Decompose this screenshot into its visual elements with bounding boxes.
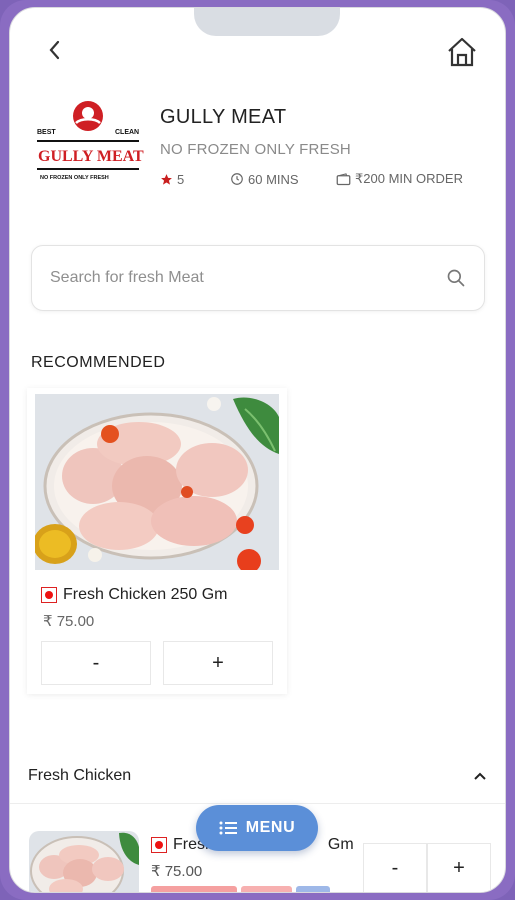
app-screen: BEST CLEAN GULLY MEAT NO FROZEN ONLY FRE… [9,7,506,893]
tag-shape [241,886,292,892]
chevron-left-icon [49,40,60,60]
device-notch [194,8,340,36]
list-decrease-quantity-button[interactable]: - [363,843,427,892]
svg-text:BEST: BEST [37,129,56,136]
phone-frame: BEST CLEAN GULLY MEAT NO FROZEN ONLY FRE… [0,0,515,900]
home-button[interactable] [442,32,482,72]
product-price: ₹ 75.00 [43,613,95,630]
list-item-price: ₹ 75.00 [151,863,203,880]
increase-quantity-button[interactable]: + [163,641,273,685]
shop-name: GULLY MEAT [160,106,287,128]
shop-tagline: NO FROZEN ONLY FRESH [160,141,351,158]
svg-text:CLEAN: CLEAN [115,129,139,136]
delivery-time-value: 60 MINS [248,171,299,187]
product-title: Fresh Chicken 250 Gm [41,586,228,604]
home-icon [448,37,476,67]
category-title: Fresh Chicken [28,766,132,784]
list-item-tags [151,886,330,892]
product-name: Fresh Chicken 250 Gm [63,586,228,603]
tag-shape [296,886,330,892]
shop-info: GULLY MEAT NO FROZEN ONLY FRESH 5 60 MIN… [160,106,500,187]
category-header-fresh-chicken[interactable]: Fresh Chicken [10,748,505,804]
list-increase-quantity-button[interactable]: + [427,843,491,892]
min-order: ₹200 MIN ORDER [336,171,463,187]
product-card[interactable]: Fresh Chicken 250 Gm ₹ 75.00 - + [27,388,287,694]
min-order-value: ₹200 MIN ORDER [355,171,463,186]
back-button[interactable] [40,35,70,65]
decrease-quantity-button[interactable]: - [41,641,151,685]
chicken-image [29,831,139,892]
recommended-heading: RECOMMENDED [31,354,166,371]
chicken-image [35,394,279,570]
tag-shape [151,886,237,892]
svg-text:NO FROZEN ONLY FRESH: NO FROZEN ONLY FRESH [40,175,109,181]
rating-value: 5 [177,171,185,187]
search-icon[interactable] [446,268,466,288]
svg-text:GULLY MEAT: GULLY MEAT [38,148,144,165]
search-input[interactable] [50,269,446,287]
wallet-icon [336,172,351,185]
list-item-name-end: Gm [327,836,354,853]
rating: 5 [160,172,230,187]
menu-button-label: MENU [245,819,296,836]
clock-icon [231,173,243,185]
chevron-up-icon[interactable] [473,771,487,781]
non-veg-icon [41,587,57,603]
shop-meta: 5 60 MINS ₹200 MIN ORDER [160,171,500,187]
shop-logo: BEST CLEAN GULLY MEAT NO FROZEN ONLY FRE… [37,101,144,181]
menu-button[interactable]: MENU [196,805,318,851]
search-bar [31,245,485,311]
non-veg-icon [151,837,167,853]
delivery-time: 60 MINS [230,172,336,187]
star-icon [161,173,172,185]
list-icon [219,821,237,835]
